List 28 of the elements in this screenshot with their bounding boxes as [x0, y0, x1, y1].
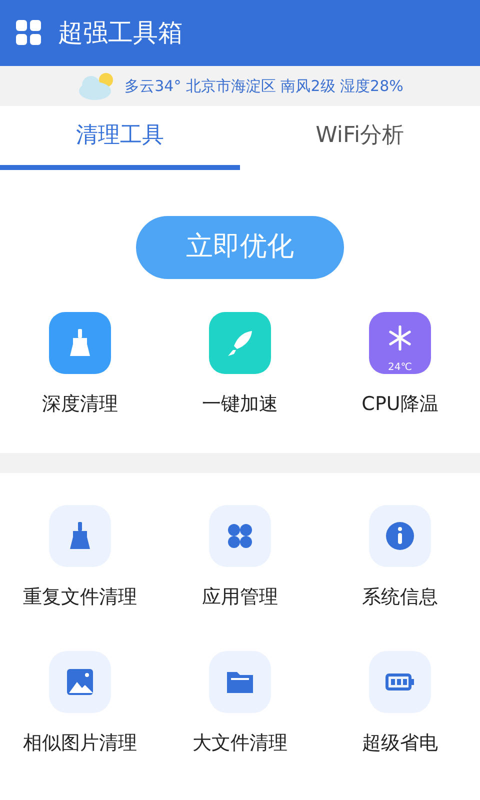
tool-tile[interactable] [209, 504, 271, 566]
menu-grid-icon[interactable] [16, 20, 42, 46]
tool-label: 大文件清理 [192, 731, 288, 756]
tool-label: CPU降温 [362, 392, 438, 417]
tool-tile[interactable] [209, 651, 271, 713]
tool-tile[interactable] [49, 504, 111, 566]
weather-info: 多云34° 北京市海淀区 南风2级 湿度28% [124, 76, 404, 97]
tool-label: 深度清理 [42, 392, 118, 417]
snowflake-icon [387, 325, 413, 351]
optimize-button[interactable]: 立即优化 [136, 216, 344, 279]
tool-label: 一键加速 [202, 392, 278, 417]
app-title: 超强工具箱 [58, 17, 183, 50]
tool-tile[interactable] [49, 651, 111, 713]
tool-tile[interactable]: 24℃ [369, 312, 431, 374]
tool-label: 应用管理 [202, 584, 278, 610]
tab[interactable]: WiFi分析 [240, 106, 480, 170]
tool-tile[interactable] [209, 312, 271, 374]
temperature-label: 24℃ [387, 363, 413, 373]
info-icon [385, 520, 415, 550]
tool-tile[interactable] [369, 504, 431, 566]
tool-label: 重复文件清理 [23, 584, 137, 610]
tool-tile[interactable] [369, 651, 431, 713]
tool-label: 系统信息 [362, 584, 438, 610]
tool-label: 超级省电 [362, 731, 438, 756]
tool-label: 相似图片清理 [23, 731, 137, 756]
tool-tile[interactable] [49, 312, 111, 374]
tab[interactable]: 清理工具 [0, 106, 240, 170]
image-icon [65, 667, 95, 697]
